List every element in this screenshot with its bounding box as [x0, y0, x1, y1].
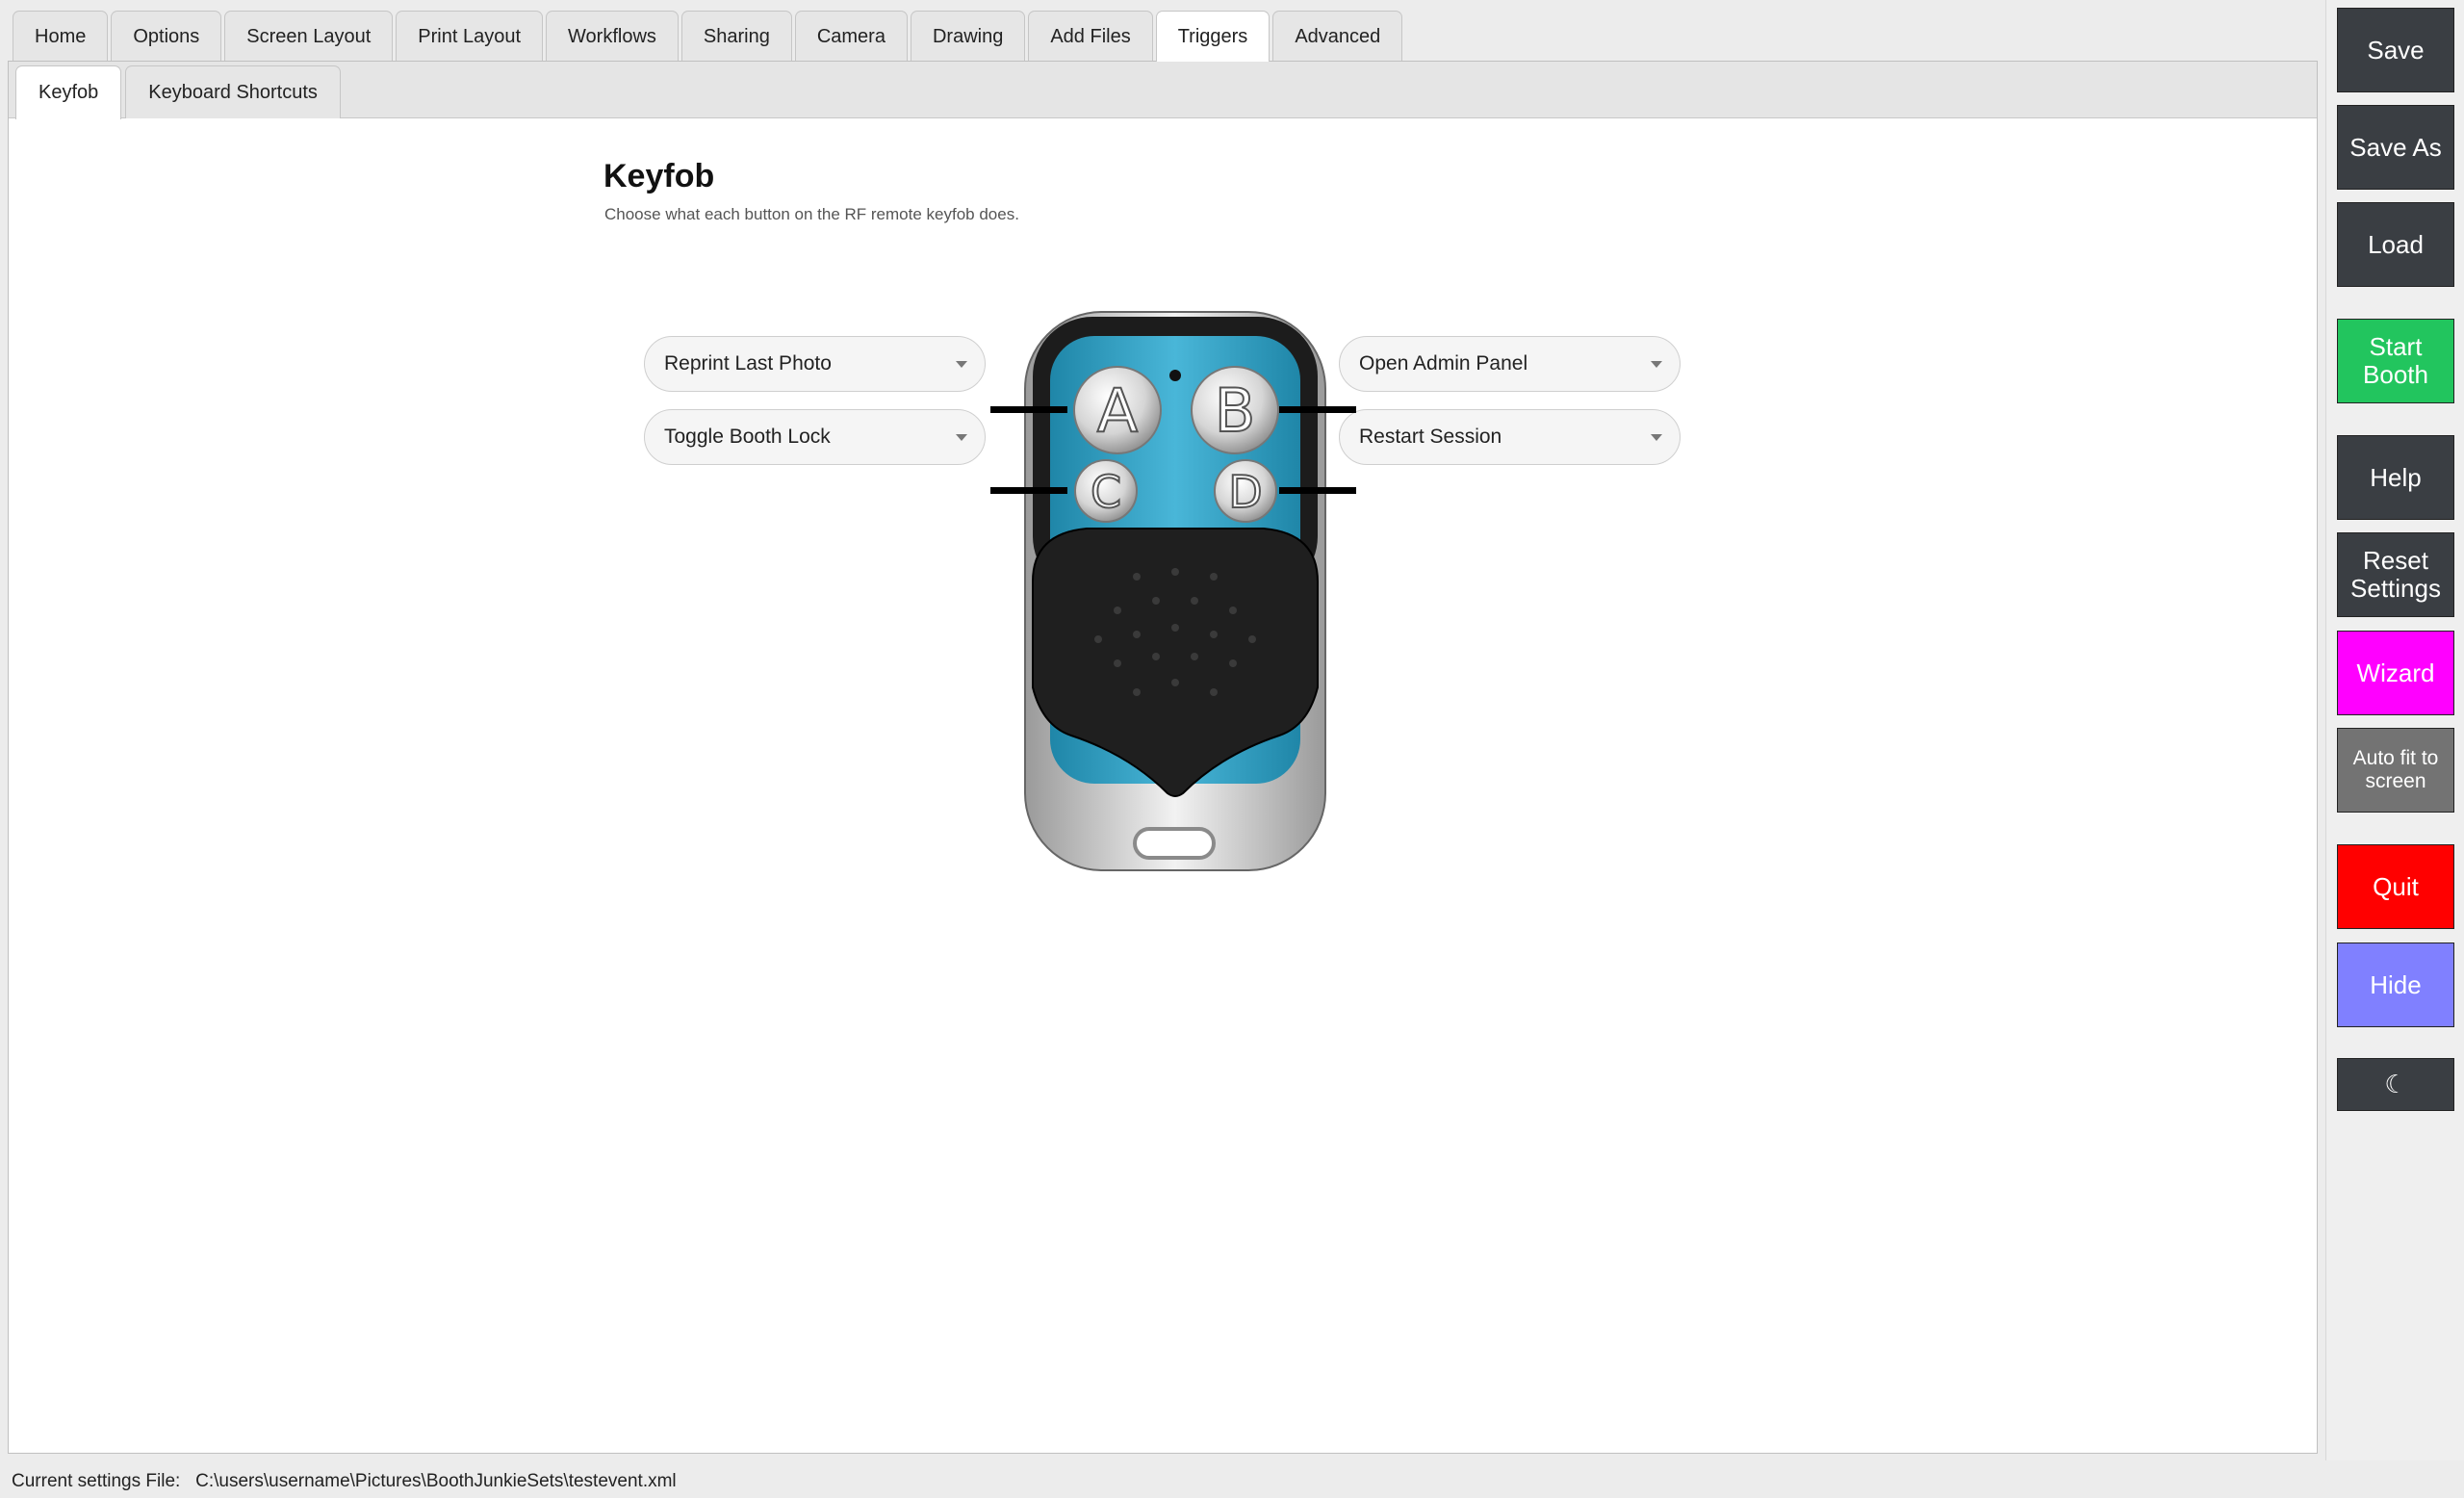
chevron-down-icon [956, 434, 967, 441]
tab-advanced[interactable]: Advanced [1272, 11, 1403, 61]
keyring-slot [1133, 827, 1216, 860]
settings-file-path: C:\users\username\Pictures\BoothJunkieSe… [195, 1471, 677, 1491]
load-button[interactable]: Load [2337, 202, 2454, 287]
auto-fit-button[interactable]: Auto fit to screen [2337, 728, 2454, 813]
tab-camera[interactable]: Camera [794, 11, 908, 61]
keyfob-button-a: A [1073, 366, 1162, 454]
button-b-action-select[interactable]: Open Admin Panel [1339, 336, 1681, 392]
tab-workflows[interactable]: Workflows [546, 11, 679, 61]
tab-add-files[interactable]: Add Files [1028, 11, 1153, 61]
subtab-keyboard-shortcuts[interactable]: Keyboard Shortcuts [125, 65, 341, 118]
tab-print-layout[interactable]: Print Layout [396, 11, 544, 61]
keyfob-image: A B C D [990, 311, 1356, 871]
page-description: Choose what each button on the RF remote… [604, 205, 1019, 223]
subtab-bar: Keyfob Keyboard Shortcuts [9, 62, 2317, 119]
keyfob-letter-a: A [1097, 375, 1138, 446]
status-bar: Current settings File: C:\users\username… [12, 1471, 677, 1492]
keyfob-letter-d: D [1228, 466, 1262, 518]
tab-options[interactable]: Options [111, 11, 222, 61]
save-button[interactable]: Save [2337, 8, 2454, 92]
chevron-down-icon [956, 361, 967, 368]
chevron-down-icon [1651, 434, 1662, 441]
save-as-button[interactable]: Save As [2337, 105, 2454, 190]
tab-screen-layout[interactable]: Screen Layout [224, 11, 394, 61]
quit-button[interactable]: Quit [2337, 844, 2454, 929]
button-c-action-select[interactable]: Toggle Booth Lock [644, 409, 986, 465]
chevron-down-icon [1651, 361, 1662, 368]
hide-button[interactable]: Hide [2337, 943, 2454, 1027]
reset-settings-button[interactable]: Reset Settings [2337, 532, 2454, 617]
tab-drawing[interactable]: Drawing [910, 11, 1026, 61]
start-booth-button[interactable]: Start Booth [2337, 319, 2454, 403]
keyfob-letter-b: B [1215, 375, 1256, 446]
keyfob-button-d: D [1214, 459, 1277, 523]
connector-line-d [1279, 487, 1356, 494]
wizard-button[interactable]: Wizard [2337, 631, 2454, 715]
keyfob-button-c: C [1074, 459, 1138, 523]
button-a-action-value: Reprint Last Photo [664, 352, 832, 374]
tab-triggers[interactable]: Triggers [1155, 11, 1270, 62]
moon-icon: ☾ [2384, 1070, 2407, 1098]
connector-line-a [990, 406, 1067, 413]
button-d-action-select[interactable]: Restart Session [1339, 409, 1681, 465]
status-label: Current settings File: [12, 1471, 181, 1491]
sub-tab-list: Keyfob Keyboard Shortcuts [15, 65, 341, 119]
tab-sharing[interactable]: Sharing [680, 11, 792, 61]
main-tab-bar: Home Options Screen Layout Print Layout … [13, 11, 1403, 62]
triggers-panel: Keyfob Keyboard Shortcuts Keyfob Choose … [8, 61, 2318, 1454]
page-title: Keyfob [603, 158, 715, 194]
connector-line-c [990, 487, 1067, 494]
button-b-action-value: Open Admin Panel [1359, 352, 1528, 374]
subtab-keyfob[interactable]: Keyfob [15, 65, 122, 119]
action-sidebar: Save Save As Load Start Booth Help Reset… [2325, 0, 2464, 1460]
button-d-action-value: Restart Session [1359, 426, 1502, 448]
keyfob-button-b: B [1191, 366, 1279, 454]
keyfob-letter-c: C [1091, 466, 1121, 518]
button-c-action-value: Toggle Booth Lock [664, 426, 831, 448]
app-window: Home Options Screen Layout Print Layout … [0, 0, 2464, 1498]
tab-home[interactable]: Home [13, 11, 109, 61]
theme-toggle-button[interactable]: ☾ [2337, 1058, 2454, 1111]
led-indicator [1169, 370, 1181, 381]
help-button[interactable]: Help [2337, 435, 2454, 520]
connector-line-b [1279, 406, 1356, 413]
button-a-action-select[interactable]: Reprint Last Photo [644, 336, 986, 392]
